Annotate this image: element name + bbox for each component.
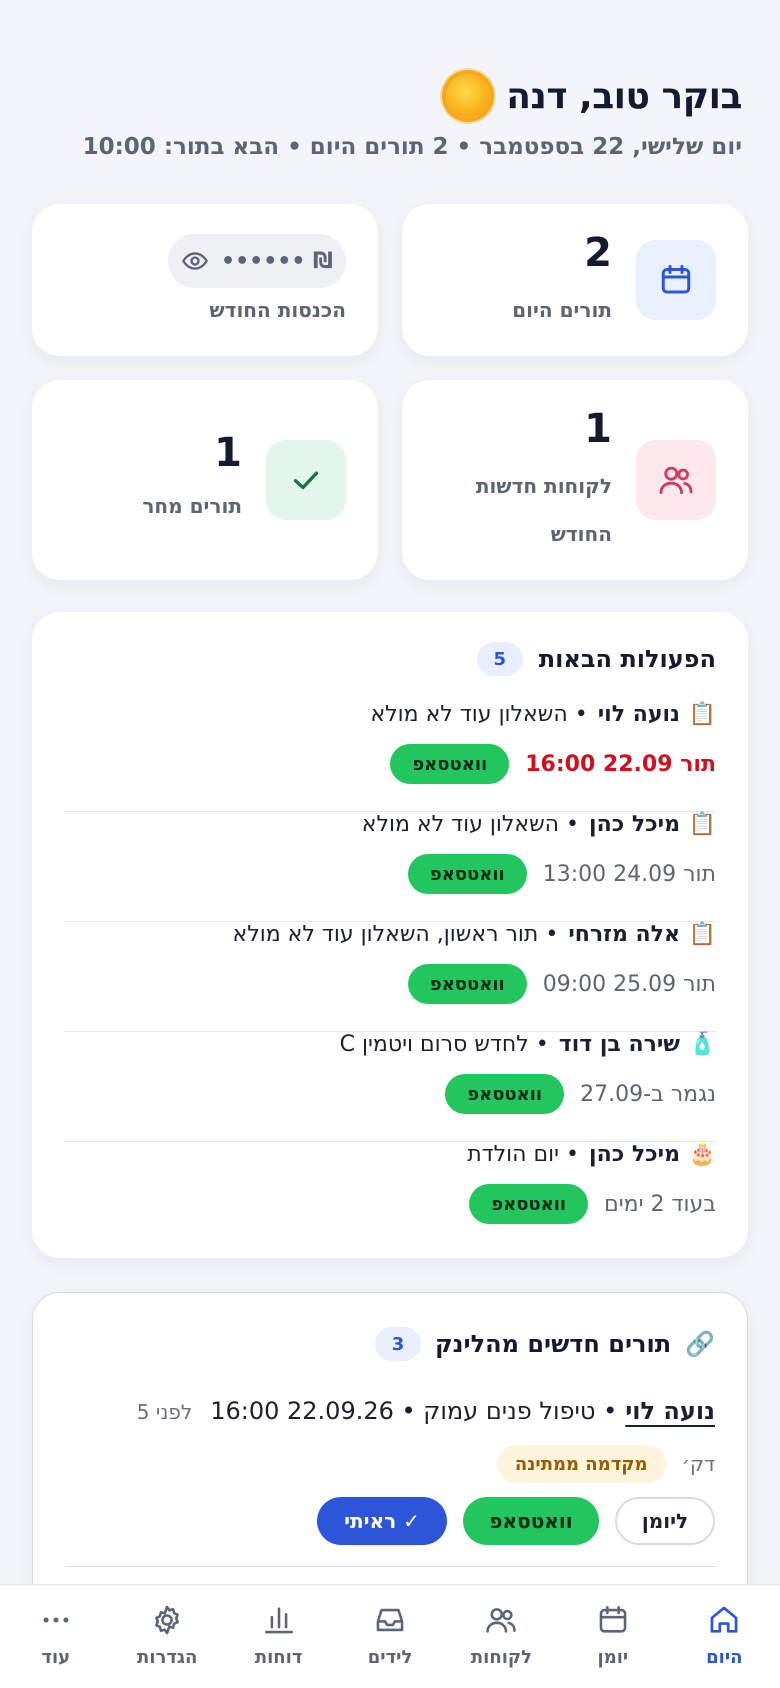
nav-label: הגדרות xyxy=(137,1647,198,1668)
booking-ago-unit: דק׳ xyxy=(681,1452,715,1476)
bottom-nav: היום יומן לקוחות לידים דוחות הגדרות עוד xyxy=(0,1584,780,1688)
action-when: נגמר ב-27.09 xyxy=(580,1081,716,1107)
seen-button[interactable]: ✓ ראיתי xyxy=(317,1497,447,1545)
home-icon xyxy=(710,1606,738,1633)
clipboard-icon: 📋 xyxy=(688,812,716,837)
nav-label: לידים xyxy=(367,1647,413,1668)
nav-item-calendar[interactable]: יומן xyxy=(563,1603,663,1668)
next-actions-title: הפעולות הבאות xyxy=(538,645,716,673)
link-icon: 🔗 xyxy=(685,1330,715,1358)
whatsapp-button[interactable]: וואטסאפ xyxy=(469,1184,589,1224)
action-when: תור 25.09 09:00 xyxy=(542,971,716,997)
action-client-name: נועה לוי xyxy=(597,702,680,727)
stat-today-value: 2 xyxy=(584,230,612,276)
whatsapp-button[interactable]: וואטסאפ xyxy=(407,854,527,894)
calendar-icon xyxy=(599,1605,627,1633)
clipboard-icon: 📋 xyxy=(688,922,716,947)
whatsapp-button[interactable]: וואטסאפ xyxy=(445,1074,565,1114)
stat-tomorrow-value: 1 xyxy=(214,430,242,476)
link-bookings-title: תורים חדשים מהלינק xyxy=(434,1330,672,1358)
stat-tomorrow-label: תורים מחר xyxy=(142,494,242,518)
action-when: תור 24.09 13:00 xyxy=(542,861,716,887)
action-client-name: אלה מזרחי xyxy=(568,922,680,947)
nav-item-reports[interactable]: דוחות xyxy=(229,1603,329,1668)
action-text: • תור ראשון, השאלון עוד לא מולא xyxy=(232,922,559,947)
nav-item-more[interactable]: עוד xyxy=(6,1603,106,1668)
home-screen: בוקר טוב, דנה יום שלישי, 22 בספטמבר • 2 … xyxy=(0,0,780,1688)
greeting-row: בוקר טוב, דנה xyxy=(446,74,742,118)
action-row[interactable]: 📋 מיכל כהן • השאלון עוד לא מולא תור 24.0… xyxy=(64,812,716,922)
nav-label: יומן xyxy=(597,1647,629,1668)
nav-label: לקוחות xyxy=(470,1647,533,1668)
users-icon xyxy=(636,440,716,520)
stat-card-new-clients[interactable]: 1 לקוחות חדשות החודש xyxy=(402,380,748,580)
more-icon xyxy=(43,1617,69,1623)
link-bookings-header: 🔗 תורים חדשים מהלינק 3 xyxy=(374,1327,715,1361)
stat-card-tomorrow[interactable]: 1 תורים מחר xyxy=(32,380,378,580)
greeting-title: בוקר טוב, דנה xyxy=(506,75,742,117)
next-actions-card: הפעולות הבאות 5 📋 נועה לוי • השאלון עוד … xyxy=(32,612,748,1258)
link-bookings-count: 3 xyxy=(374,1327,421,1361)
stat-revenue-label: הכנסות החודש xyxy=(209,298,346,322)
action-row[interactable]: 🧴 שירה בן דוד • לחדש סרום ויטמין C נגמר … xyxy=(64,1032,716,1142)
nav-label: עוד xyxy=(41,1647,71,1668)
action-client-name: מיכל כהן xyxy=(589,812,680,837)
add-to-calendar-button[interactable]: ליומן xyxy=(615,1497,715,1545)
action-client-name: מיכל כהן xyxy=(589,1142,680,1167)
action-row[interactable]: 📋 אלה מזרחי • תור ראשון, השאלון עוד לא מ… xyxy=(64,922,716,1032)
stat-today-label: תורים היום xyxy=(512,298,612,322)
nav-item-today[interactable]: היום xyxy=(674,1603,774,1668)
nav-label: היום xyxy=(706,1647,743,1668)
whatsapp-button[interactable]: וואטסאפ xyxy=(407,964,527,1004)
action-row[interactable]: 🎂 מיכל כהן • יום הולדת בעוד 2 ימים וואטס… xyxy=(64,1142,716,1252)
stat-new-clients-label-2: החודש xyxy=(550,522,612,546)
users-icon xyxy=(486,1608,517,1633)
calendar-icon xyxy=(636,240,716,320)
revenue-masked-pill[interactable]: ₪ •••••• xyxy=(168,234,346,288)
gear-icon xyxy=(155,1605,180,1635)
booking-ago: לפני 5 xyxy=(136,1400,193,1424)
deposit-pending-badge: מקדמה ממתינה xyxy=(496,1445,666,1483)
stat-new-clients-value: 1 xyxy=(584,406,612,452)
inbox-icon xyxy=(376,1608,404,1632)
lotion-icon: 🧴 xyxy=(688,1032,716,1057)
bar-chart-icon xyxy=(264,1607,293,1634)
stat-card-revenue[interactable]: ₪ •••••• הכנסות החודש xyxy=(32,204,378,356)
action-text: • השאלון עוד לא מולא xyxy=(361,812,580,837)
greeting-subline: יום שלישי, 22 בספטמבר • 2 תורים היום • ה… xyxy=(82,134,742,160)
booking-client-name[interactable]: נועה לוי xyxy=(625,1397,715,1425)
next-actions-header: הפעולות הבאות 5 xyxy=(476,642,716,676)
nav-item-clients[interactable]: לקוחות xyxy=(451,1603,551,1668)
stat-new-clients-label-1: לקוחות חדשות xyxy=(475,474,612,498)
next-actions-count: 5 xyxy=(476,642,523,676)
action-text: • יום הולדת xyxy=(467,1142,580,1167)
clipboard-icon: 📋 xyxy=(688,702,716,727)
revenue-masked-value: ₪ •••••• xyxy=(221,248,333,274)
action-text: • לחדש סרום ויטמין C xyxy=(339,1032,549,1057)
action-text: • השאלון עוד לא מולא xyxy=(370,702,588,727)
check-icon xyxy=(266,440,346,520)
nav-item-leads[interactable]: לידים xyxy=(340,1603,440,1668)
nav-label: דוחות xyxy=(254,1647,303,1668)
whatsapp-button[interactable]: וואטסאפ xyxy=(390,744,510,784)
stat-card-today[interactable]: 2 תורים היום xyxy=(402,204,748,356)
birthday-cake-icon: 🎂 xyxy=(688,1142,716,1167)
nav-item-settings[interactable]: הגדרות xyxy=(117,1603,217,1668)
whatsapp-button[interactable]: וואטסאפ xyxy=(463,1497,599,1545)
sun-icon xyxy=(446,74,491,118)
eye-icon xyxy=(182,252,209,270)
link-booking-item[interactable]: נועה לוי • טיפול פנים עמוק • 22.09.26 16… xyxy=(65,1397,715,1567)
booking-details: • טיפול פנים עמוק • 22.09.26 16:00 xyxy=(210,1397,618,1425)
action-when: תור 22.09 16:00 xyxy=(525,751,716,777)
action-when: בעוד 2 ימים xyxy=(604,1191,716,1217)
action-client-name: שירה בן דוד xyxy=(558,1032,680,1057)
action-row[interactable]: 📋 נועה לוי • השאלון עוד לא מולא תור 22.0… xyxy=(64,702,716,812)
